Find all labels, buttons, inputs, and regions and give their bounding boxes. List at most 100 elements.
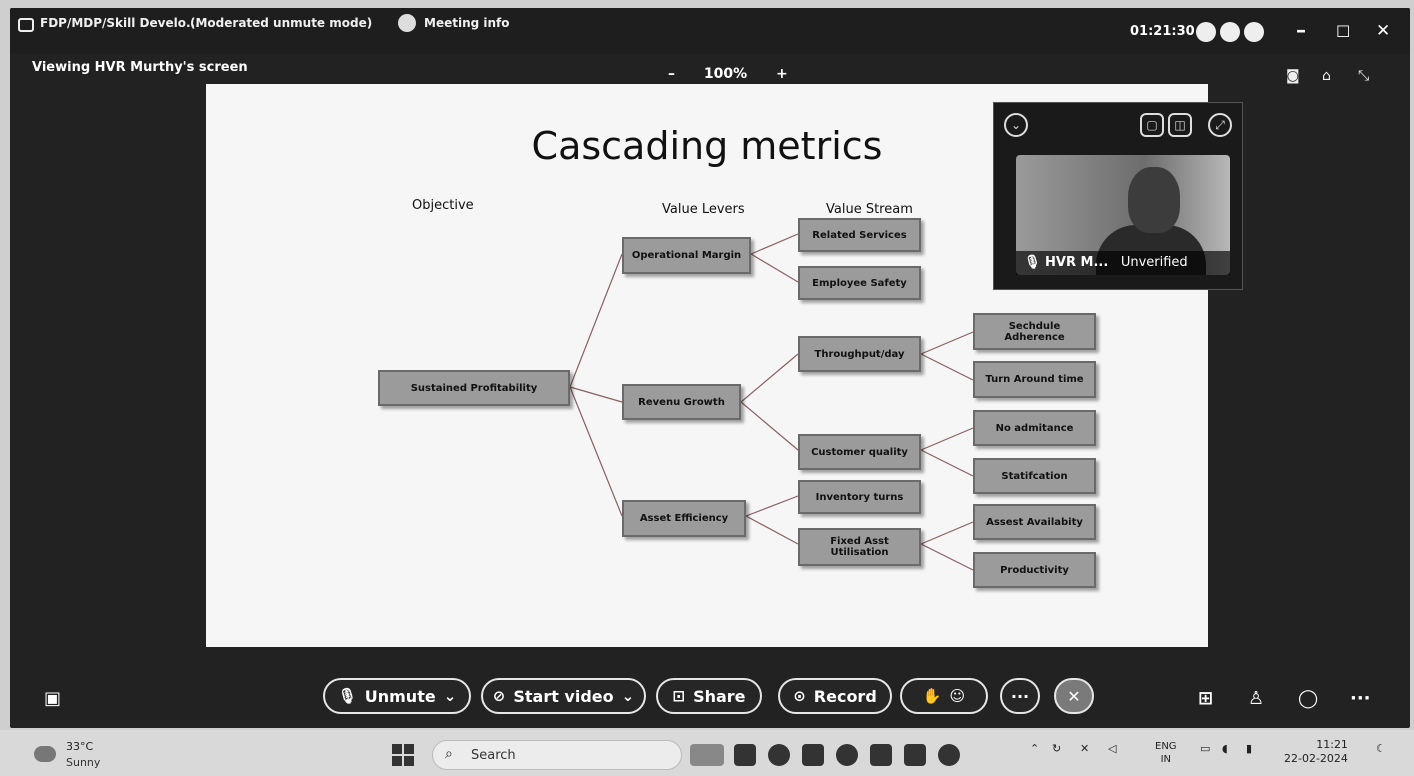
weather-temp[interactable]: 33°C: [66, 740, 93, 753]
location-icon[interactable]: ◁: [1108, 742, 1116, 755]
store-icon[interactable]: [870, 744, 892, 766]
participant-head-shape: [1128, 167, 1180, 233]
node-fixed-asset-utilisation: Fixed Asst Utilisation: [798, 528, 921, 566]
end-icon: ✕: [1067, 686, 1081, 706]
weather-condition[interactable]: Sunny: [66, 756, 100, 769]
chat-app-icon[interactable]: [768, 744, 790, 766]
more-panels-icon[interactable]: ···: [1350, 688, 1371, 709]
node-revenue-growth: Revenu Growth: [622, 384, 741, 420]
expand-icon[interactable]: ⤢: [1208, 113, 1232, 137]
shield-icon[interactable]: [398, 14, 416, 32]
column-value-stream: Value Stream: [826, 202, 913, 217]
clock-time: 11:21: [1316, 738, 1348, 751]
task-view-icon[interactable]: [734, 744, 756, 766]
column-objective: Objective: [412, 198, 474, 213]
node-asset-efficiency: Asset Efficiency: [622, 500, 746, 537]
node-inventory-turns: Inventory turns: [798, 480, 921, 514]
verification-status: Unverified: [1120, 255, 1188, 270]
webex-taskbar-icon[interactable]: [904, 744, 926, 766]
taskbar: 33°C Sunny ⌕ Search ⌃ ↻ ✕ ◁ ENG IN ▭ ◖ ▮…: [0, 730, 1414, 776]
node-turn-around-time: Turn Around time: [973, 361, 1096, 398]
node-sustained-profitability: Sustained Profitability: [378, 370, 570, 406]
meeting-app-icon: [18, 18, 34, 32]
video-tile[interactable]: ⌄ ▢ ◫ ⤢ 🎙 HVR M... Unverified: [993, 102, 1243, 290]
remote-control-icon[interactable]: ⌂: [1322, 68, 1331, 84]
display-icon[interactable]: ▭: [1200, 742, 1210, 755]
grid-view-icon[interactable]: ◫: [1168, 113, 1192, 137]
mic-icon: 🎙: [1024, 255, 1041, 270]
participant-caption: 🎙 HVR M... Unverified: [1016, 251, 1230, 275]
taskbar-search[interactable]: ⌕ Search: [432, 740, 682, 770]
annotate-icon[interactable]: ◙: [1286, 68, 1300, 84]
collapse-icon[interactable]: ⤡: [1358, 68, 1369, 84]
mic-muted-icon: 🎙: [337, 687, 357, 705]
meeting-title: FDP/MDP/Skill Develo...: [40, 16, 200, 30]
zoom-out-button[interactable]: –: [668, 66, 675, 82]
participant-indicator-icon[interactable]: [1244, 22, 1264, 42]
share-screen-icon: ⊡: [672, 687, 686, 705]
viewing-label: Viewing HVR Murthy's screen: [32, 60, 248, 75]
node-productivity: Productivity: [973, 552, 1096, 588]
meeting-mode-label: (Moderated unmute mode): [190, 16, 373, 30]
chevron-down-icon[interactable]: ⌄: [1004, 113, 1028, 137]
share-label: Share: [693, 686, 746, 706]
mic-muted-tray-icon[interactable]: ✕: [1080, 742, 1089, 755]
minimize-button[interactable]: –: [1296, 18, 1306, 42]
weather-icon[interactable]: [34, 746, 56, 762]
audio-indicator-icon[interactable]: [1220, 22, 1240, 42]
participants-icon[interactable]: ♙: [1248, 688, 1264, 709]
meeting-timer: 01:21:30: [1130, 24, 1195, 39]
close-window-button[interactable]: ✕: [1376, 21, 1390, 41]
zoom-level: 100%: [703, 66, 748, 82]
chevron-down-icon[interactable]: ⌄: [622, 687, 635, 705]
search-icon: ⌕: [445, 746, 453, 762]
search-highlight-icon[interactable]: [690, 744, 724, 766]
share-button[interactable]: ⊡ Share: [656, 678, 762, 714]
chrome-icon[interactable]: [938, 744, 960, 766]
recording-indicator-icon[interactable]: [1196, 22, 1216, 42]
region-code: IN: [1160, 754, 1171, 765]
search-placeholder: Search: [471, 748, 516, 763]
tray-chevron-icon[interactable]: ⌃: [1030, 742, 1039, 755]
system-clock[interactable]: 11:21 22-02-2024: [1284, 738, 1348, 766]
language-indicator[interactable]: ENG IN: [1155, 740, 1177, 766]
participant-name: HVR M...: [1045, 255, 1109, 270]
record-button[interactable]: ⊙ Record: [778, 678, 892, 714]
unmute-button[interactable]: 🎙 Unmute ⌄: [323, 678, 471, 714]
chat-icon[interactable]: ◯: [1298, 688, 1318, 709]
title-bar: FDP/MDP/Skill Develo... (Moderated unmut…: [10, 8, 1410, 54]
node-no-admittance: No admitance: [973, 410, 1096, 446]
file-explorer-icon[interactable]: [802, 744, 824, 766]
camera-off-icon: ⊘: [492, 687, 506, 705]
meeting-window: FDP/MDP/Skill Develo... (Moderated unmut…: [10, 8, 1410, 728]
node-asset-availability: Assest Availabity: [973, 504, 1096, 540]
record-label: Record: [813, 686, 877, 706]
start-video-button[interactable]: ⊘ Start video ⌄: [481, 678, 646, 714]
node-customer-quality: Customer quality: [798, 434, 921, 470]
zoom-in-button[interactable]: +: [776, 66, 788, 82]
leave-meeting-button[interactable]: ✕: [1054, 678, 1094, 714]
zoom-controls: – 100% +: [656, 66, 800, 82]
maximize-button[interactable]: ☐: [1336, 22, 1350, 41]
column-value-levers: Value Levers: [662, 202, 745, 217]
apps-icon[interactable]: ⊞: [1198, 688, 1213, 709]
edge-browser-icon[interactable]: [836, 744, 858, 766]
battery-icon[interactable]: ▮: [1246, 742, 1252, 755]
notifications-icon[interactable]: ☾: [1376, 742, 1386, 755]
single-view-icon[interactable]: ▢: [1140, 113, 1164, 137]
clock-date: 22-02-2024: [1284, 752, 1348, 765]
node-employee-safety: Employee Safety: [798, 266, 921, 300]
windows-start-icon[interactable]: [392, 744, 414, 766]
reactions-button[interactable]: ✋ ☺: [900, 678, 988, 714]
captions-icon[interactable]: ▣: [44, 688, 61, 709]
meeting-info-button[interactable]: Meeting info: [424, 16, 510, 30]
sync-icon[interactable]: ↻: [1052, 742, 1061, 755]
start-video-label: Start video: [513, 686, 614, 706]
more-options-button[interactable]: ···: [1000, 678, 1040, 714]
more-label: ···: [1010, 686, 1030, 706]
chevron-down-icon[interactable]: ⌄: [444, 687, 457, 705]
emoji-icon: ☺: [949, 687, 966, 705]
node-schedule-adherence: Sechdule Adherence: [973, 313, 1096, 350]
unmute-label: Unmute: [364, 686, 436, 706]
volume-icon[interactable]: ◖: [1222, 742, 1228, 755]
